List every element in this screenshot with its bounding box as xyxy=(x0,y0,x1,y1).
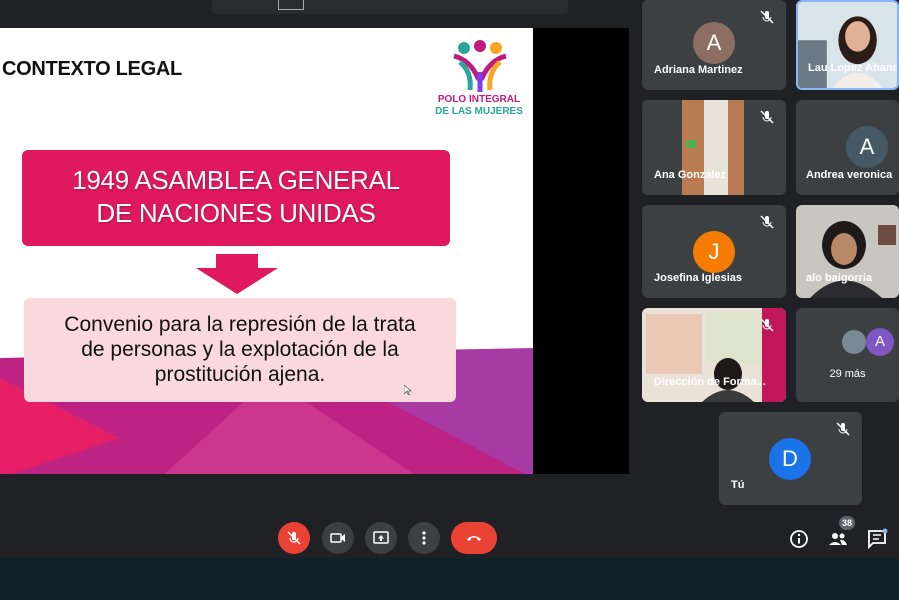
more-count-label: 29 más xyxy=(829,368,866,380)
mic-off-icon xyxy=(836,422,850,436)
people-icon[interactable] xyxy=(827,528,849,550)
presentation-slide: CONTEXTO LEGAL POLO INTEGRAL DE LAS MUJE… xyxy=(0,28,533,474)
logo-line-2: DE LAS MUJERES xyxy=(435,106,523,117)
participant-tile-direccion[interactable]: Dirección de Forma... xyxy=(642,308,786,402)
present-button[interactable] xyxy=(365,522,397,554)
avatar: A xyxy=(693,22,735,64)
camera-toggle-button[interactable] xyxy=(322,522,354,554)
logo-text: POLO INTEGRAL DE LAS MUJERES xyxy=(424,94,533,118)
avatar: A xyxy=(866,328,894,356)
participant-name: Josefina Iglesias xyxy=(654,272,743,284)
mic-off-icon xyxy=(287,531,301,545)
participant-name: Ana Gonzalez xyxy=(654,169,727,181)
participant-name: Tú xyxy=(731,479,745,491)
down-arrow-icon xyxy=(196,254,278,294)
participant-name: Lau Lopez Ahanc xyxy=(808,62,899,74)
headline-line-1: 1949 ASAMBLEA GENERAL xyxy=(72,165,400,195)
slide-letterbox xyxy=(533,28,629,474)
bottom-strip xyxy=(0,558,899,600)
participant-tile-josefina[interactable]: J Josefina Iglesias xyxy=(642,205,786,298)
headline-box: 1949 ASAMBLEA GENERAL DE NACIONES UNIDAS xyxy=(22,150,450,246)
mic-off-icon xyxy=(760,10,774,24)
participant-tile-lau[interactable]: Lau Lopez Ahanc xyxy=(796,0,899,90)
logo-line-1: POLO INTEGRAL xyxy=(437,94,521,105)
avatar: D xyxy=(769,438,811,480)
avatar-photo xyxy=(840,328,868,356)
mic-off-icon xyxy=(760,318,774,332)
participant-tile-alo[interactable]: alo baigorria xyxy=(796,205,899,298)
camera-icon xyxy=(330,533,345,543)
headline-line-2: DE NACIONES UNIDAS xyxy=(96,198,376,228)
avatar: J xyxy=(693,231,735,273)
mic-off-icon xyxy=(760,110,774,124)
self-tile[interactable]: D Tú xyxy=(719,412,862,505)
body-line-3: prostitución ajena. xyxy=(154,363,326,386)
chat-icon[interactable] xyxy=(866,528,888,550)
body-line-2: de personas y la explotación de la xyxy=(81,338,399,361)
avatar: A xyxy=(846,126,888,168)
info-icon[interactable] xyxy=(788,528,810,550)
slide-title: CONTEXTO LEGAL xyxy=(2,58,182,80)
participant-name: Andrea veronica xyxy=(806,169,893,181)
presenter-frame-icon xyxy=(278,0,304,10)
present-icon xyxy=(373,531,389,544)
more-options-button[interactable] xyxy=(408,522,440,554)
more-vert-icon xyxy=(422,531,426,545)
more-participants-tile[interactable]: A 29 más xyxy=(796,308,899,402)
body-line-1: Convenio para la represión de la trata xyxy=(64,313,416,336)
participant-tile-adriana[interactable]: A Adriana Martinez xyxy=(642,0,786,90)
mic-off-icon xyxy=(760,215,774,229)
hangup-icon xyxy=(467,536,481,541)
body-box: Convenio para la represión de la trata d… xyxy=(24,298,456,402)
mic-toggle-button[interactable] xyxy=(278,522,310,554)
participant-video xyxy=(796,205,899,298)
participant-tile-ana[interactable]: Ana Gonzalez xyxy=(642,100,786,195)
participant-name: alo baigorria xyxy=(806,272,873,284)
cursor-icon xyxy=(404,385,412,395)
meeting-window: CONTEXTO LEGAL POLO INTEGRAL DE LAS MUJE… xyxy=(0,0,899,600)
people-count-badge: 38 xyxy=(839,516,855,530)
participant-name: Dirección de Forma... xyxy=(654,376,766,388)
participant-name: Adriana Martinez xyxy=(654,64,743,76)
top-bar xyxy=(212,0,568,14)
participant-tile-andrea[interactable]: A Andrea veronica xyxy=(796,100,899,195)
participant-video xyxy=(798,2,897,88)
hangup-button[interactable] xyxy=(451,522,497,554)
